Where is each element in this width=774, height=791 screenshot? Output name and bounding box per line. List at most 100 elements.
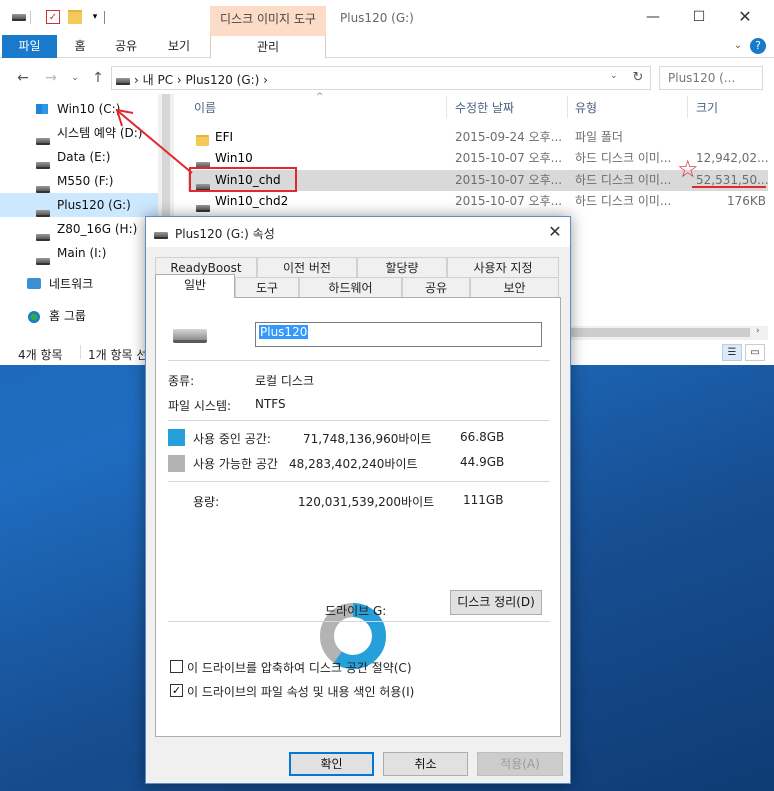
tab-tools[interactable]: 도구 <box>235 277 299 298</box>
drive-icon <box>154 228 168 242</box>
file-size: 176KB <box>726 194 766 208</box>
item-count: 4개 항목 <box>18 348 63 362</box>
free-space-swatch <box>168 455 185 472</box>
help-icon[interactable]: ? <box>750 38 766 54</box>
properties-icon[interactable]: ✓ <box>46 10 60 24</box>
chevron-down-icon[interactable]: ⌄ <box>610 71 618 81</box>
tab-manage[interactable]: 관리 <box>210 34 326 58</box>
dialog-close-button[interactable]: ✕ <box>540 217 570 247</box>
tab-previous-versions[interactable]: 이전 버전 <box>257 257 357 278</box>
minimize-button[interactable]: — <box>630 0 676 34</box>
maximize-button[interactable]: ☐ <box>676 0 722 34</box>
tab-customize[interactable]: 사용자 지정 <box>447 257 559 278</box>
scrollbar-thumb[interactable] <box>570 328 750 337</box>
address-path: › 내 PC › Plus120 (G:) › <box>134 73 268 87</box>
file-system-label: 파일 시스템: <box>168 399 232 413</box>
ok-button[interactable]: 확인 <box>289 752 374 776</box>
horizontal-scrollbar[interactable]: › <box>570 326 768 340</box>
tab-share[interactable]: 공유 <box>106 35 146 58</box>
file-type: 하드 디스크 이미... <box>575 194 672 208</box>
file-type: 하드 디스크 이미... <box>575 151 672 165</box>
free-space-label: 사용 가능한 공간 <box>193 457 278 471</box>
back-button[interactable]: ← <box>12 68 34 88</box>
tab-sharing[interactable]: 공유 <box>402 277 470 298</box>
close-button[interactable]: ✕ <box>722 0 768 34</box>
underline-mark <box>692 186 766 188</box>
file-type: 파일 폴더 <box>575 130 623 144</box>
drive-icon <box>116 74 130 88</box>
annotation-arrow <box>115 108 193 174</box>
tab-home[interactable]: 홈 <box>64 35 96 58</box>
window-title: Plus120 (G:) <box>340 11 414 25</box>
details-view-icon[interactable]: ☰ <box>722 344 742 361</box>
free-space-gb: 44.9GB <box>460 455 505 469</box>
capacity-bytes: 120,031,539,200바이트 <box>298 495 435 509</box>
column-divider[interactable] <box>687 96 688 118</box>
nav-item-g[interactable]: Plus120 (G:) <box>0 193 158 217</box>
compress-checkbox[interactable] <box>170 660 183 673</box>
column-divider[interactable] <box>567 96 568 118</box>
recent-locations-button[interactable]: ⌄ <box>64 68 86 88</box>
nav-label: Plus120 (G:) <box>57 198 131 212</box>
index-checkbox[interactable]: ✓ <box>170 684 183 697</box>
forward-button[interactable]: → <box>40 68 62 88</box>
cancel-button[interactable]: 취소 <box>383 752 468 776</box>
apply-button[interactable]: 적용(A) <box>477 752 563 776</box>
scroll-right-icon[interactable]: › <box>756 326 760 336</box>
new-folder-icon[interactable] <box>68 10 82 24</box>
nav-item-i[interactable]: Main (I:) <box>0 241 158 265</box>
nav-item-homegroup[interactable]: 홈 그룹 <box>0 304 158 328</box>
file-date: 2015-10-07 오후... <box>455 173 563 187</box>
divider <box>168 621 550 622</box>
divider <box>168 481 550 482</box>
tab-file[interactable]: 파일 <box>2 35 57 58</box>
nav-label: 네트워크 <box>49 277 94 291</box>
file-date: 2015-09-24 오후... <box>455 130 563 144</box>
file-row[interactable]: Win10_chd2 2015-10-07 오후... 하드 디스크 이미...… <box>188 191 768 212</box>
ribbon-expand-icon[interactable]: ⌄ <box>732 40 744 52</box>
up-button[interactable]: ↑ <box>87 68 109 88</box>
drive-letter-label: 드라이브 G: <box>325 604 387 618</box>
divider <box>104 11 105 24</box>
divider <box>80 345 81 359</box>
type-value: 로컬 디스크 <box>255 374 315 388</box>
tab-hardware[interactable]: 하드웨어 <box>299 277 402 298</box>
tab-view[interactable]: 보기 <box>157 35 201 58</box>
column-size[interactable]: 크기 <box>696 99 718 116</box>
free-space-bytes: 48,283,402,240바이트 <box>289 457 418 471</box>
index-label: 이 드라이브의 파일 속성 및 내용 색인 허용(I) <box>187 685 415 699</box>
file-size: 12,942,02... <box>696 151 768 165</box>
search-input[interactable]: Plus120 (... <box>659 66 763 90</box>
column-date[interactable]: 수정한 날짜 <box>455 99 514 116</box>
used-space-gb: 66.8GB <box>460 430 505 444</box>
divider <box>30 11 31 24</box>
dialog-title: Plus120 (G:) 속성 <box>175 227 275 241</box>
nav-item-network[interactable]: 네트워크 <box>0 272 158 296</box>
large-icons-view-icon[interactable]: ▭ <box>745 344 765 361</box>
general-tab-panel: Plus120 종류: 로컬 디스크 파일 시스템: NTFS 사용 중인 공간… <box>155 297 561 737</box>
nav-item-h[interactable]: Z80_16G (H:) <box>0 217 158 241</box>
column-divider[interactable] <box>446 96 447 118</box>
volume-name-input[interactable]: Plus120 <box>255 322 542 347</box>
nav-label: Main (I:) <box>57 246 107 260</box>
used-space-label: 사용 중인 공간: <box>193 432 271 446</box>
tab-general[interactable]: 일반 <box>155 274 235 298</box>
customize-toolbar-icon[interactable]: ▾ <box>88 10 102 24</box>
disk-cleanup-button[interactable]: 디스크 정리(D) <box>450 590 542 615</box>
nav-label: Z80_16G (H:) <box>57 222 138 236</box>
refresh-button[interactable]: ↻ <box>626 67 650 89</box>
properties-dialog: Plus120 (G:) 속성 ✕ ReadyBoost 이전 버전 할당량 사… <box>145 216 571 784</box>
capacity-gb: 111GB <box>463 493 504 507</box>
drive-icon <box>173 329 207 343</box>
tab-quota[interactable]: 할당량 <box>357 257 447 278</box>
column-type[interactable]: 유형 <box>575 99 597 116</box>
drive-icon <box>12 10 26 24</box>
type-label: 종류: <box>168 374 195 388</box>
file-type: 하드 디스크 이미... <box>575 173 672 187</box>
tab-security[interactable]: 보안 <box>470 277 559 298</box>
star-icon: ☆ <box>677 155 699 183</box>
nav-label: 홈 그룹 <box>49 309 86 323</box>
file-date: 2015-10-07 오후... <box>455 194 563 208</box>
compress-label: 이 드라이브를 압축하여 디스크 공간 절약(C) <box>187 661 412 675</box>
address-bar[interactable]: › 내 PC › Plus120 (G:) › ⌄ <box>111 66 651 90</box>
